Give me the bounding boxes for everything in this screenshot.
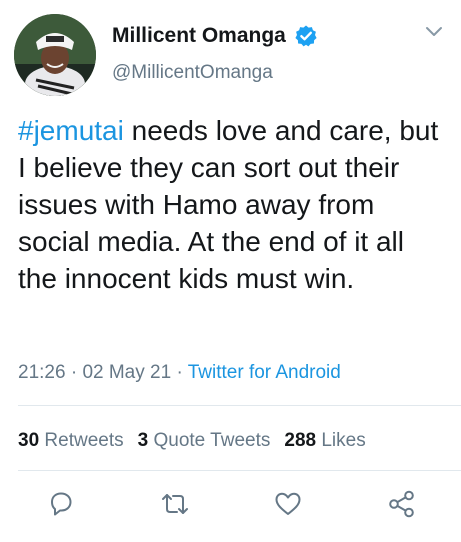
heart-icon[interactable] [271, 487, 305, 521]
hashtag-link[interactable]: #jemutai [18, 115, 124, 146]
chevron-down-icon[interactable] [423, 20, 445, 42]
retweets-label: Retweets [44, 430, 124, 451]
tweet-text: #jemutai needs love and care, but I beli… [18, 112, 450, 297]
likes-stat[interactable]: 288 Likes [284, 430, 365, 451]
tweet-meta: 21:26 · 02 May 21 · Twitter for Android [18, 362, 341, 384]
tweet-time[interactable]: 21:26 [18, 362, 66, 383]
retweets-count: 30 [18, 430, 40, 451]
tweet-source[interactable]: Twitter for Android [188, 362, 341, 383]
likes-count: 288 [284, 430, 317, 451]
divider [18, 405, 461, 406]
author-name[interactable]: Millicent Omanga [112, 24, 286, 48]
avatar[interactable] [14, 14, 96, 96]
author-name-row: Millicent Omanga [112, 24, 318, 48]
retweets-stat[interactable]: 30 Retweets [18, 430, 124, 451]
divider [18, 470, 461, 471]
tweet-actions [0, 487, 461, 527]
verified-badge-icon [294, 24, 318, 48]
retweet-icon[interactable] [158, 487, 192, 521]
avatar-image [14, 14, 96, 96]
quote-tweets-stat[interactable]: 3 Quote Tweets [138, 430, 271, 451]
quotes-label: Quote Tweets [153, 430, 271, 451]
tweet-header: Millicent Omanga @MillicentOmanga [14, 14, 447, 100]
share-icon[interactable] [385, 487, 419, 521]
tweet-stats: 30 Retweets 3 Quote Tweets 288 Likes [18, 430, 380, 452]
author-handle[interactable]: @MillicentOmanga [112, 62, 273, 84]
reply-icon[interactable] [44, 487, 78, 521]
likes-label: Likes [321, 430, 366, 451]
meta-separator: · [171, 362, 188, 383]
tweet-date[interactable]: 02 May 21 [82, 362, 171, 383]
meta-separator: · [65, 362, 83, 383]
quotes-count: 3 [137, 430, 149, 451]
